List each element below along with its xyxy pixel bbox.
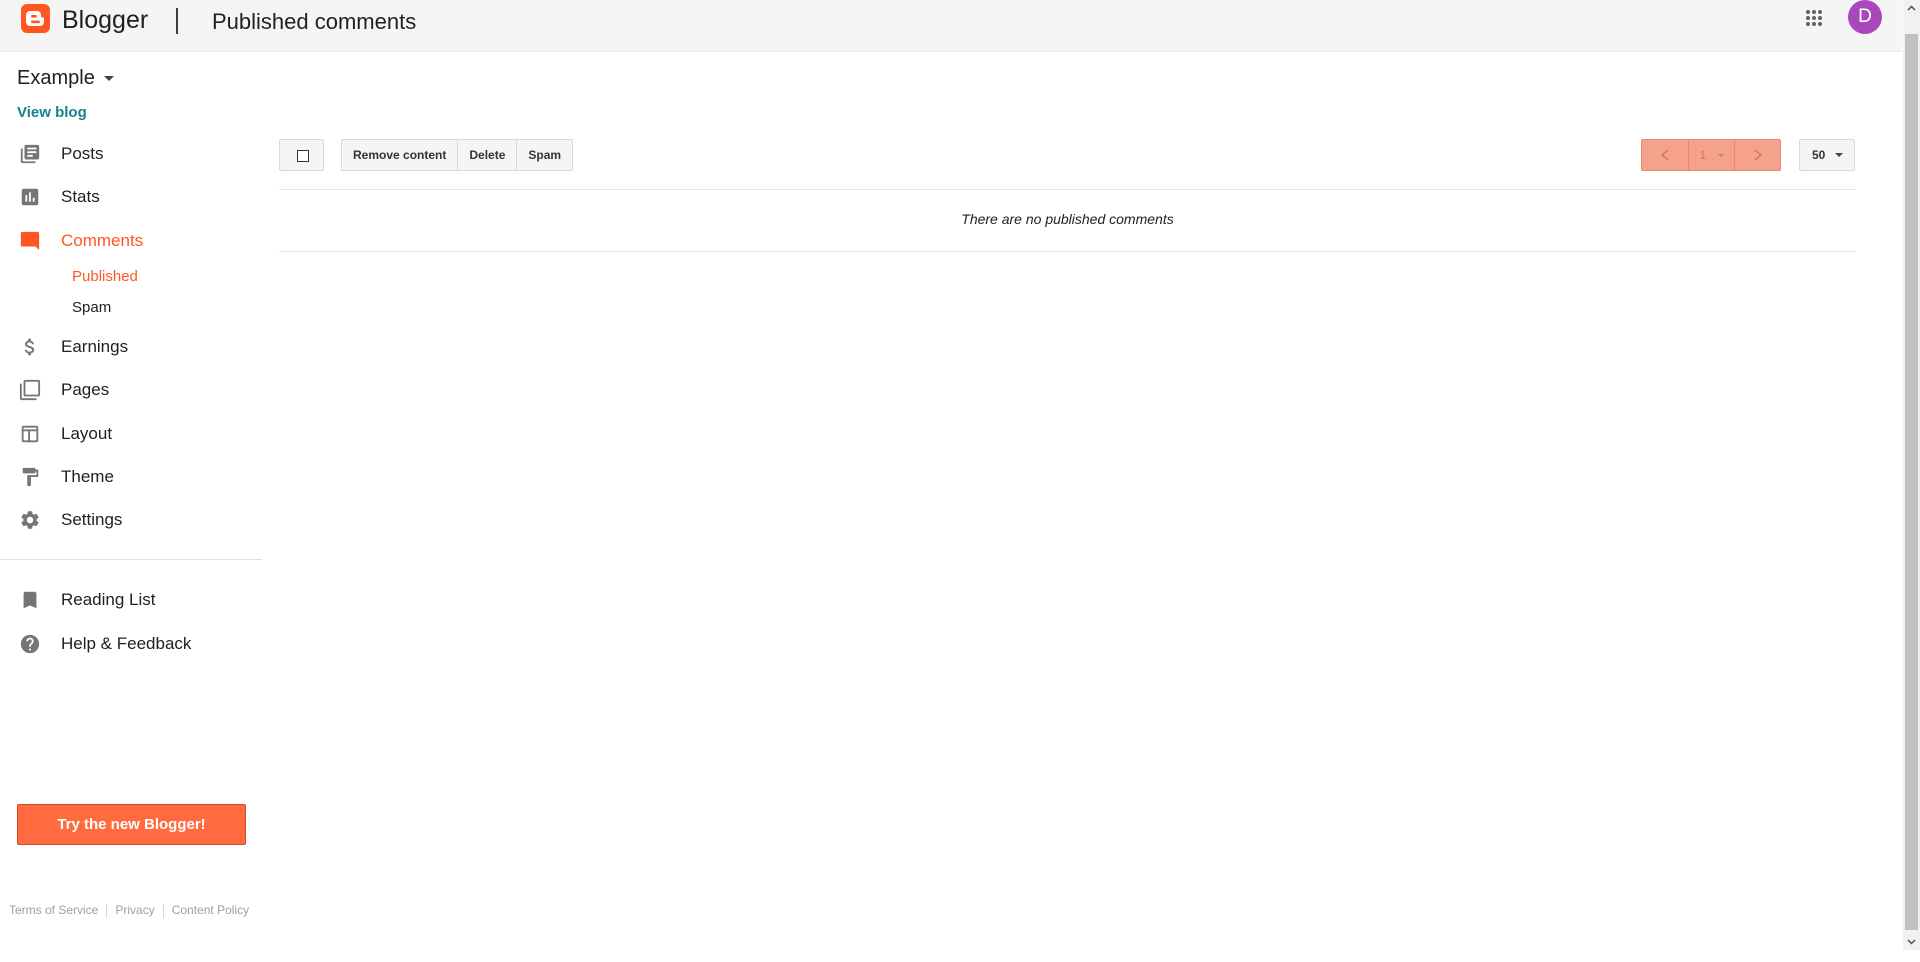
sidebar-divider	[0, 559, 262, 560]
chevron-right-icon	[1754, 149, 1763, 161]
header-divider	[176, 8, 178, 34]
gear-icon	[21, 511, 39, 529]
previous-page-button[interactable]	[1642, 140, 1688, 170]
sidebar-item-theme[interactable]: Theme	[0, 459, 262, 495]
scrollbar-thumb[interactable]	[1905, 34, 1918, 930]
chevron-down-icon	[103, 76, 114, 82]
sidebar-item-label: Comments	[61, 231, 144, 250]
content-policy-link[interactable]: Content Policy	[172, 903, 249, 917]
top-header: Blogger Published comments D	[0, 0, 1902, 52]
empty-state-message: There are no published comments	[961, 211, 1174, 227]
terms-link[interactable]: Terms of Service	[9, 903, 98, 917]
scroll-up-arrow-icon[interactable]	[1903, 0, 1920, 17]
layout-icon	[21, 425, 39, 443]
list-bottom-divider	[279, 251, 1856, 252]
remove-content-button[interactable]: Remove content	[342, 140, 457, 170]
avatar[interactable]: D	[1848, 0, 1882, 34]
help-icon	[20, 634, 40, 654]
sidebar-item-label: Earnings	[61, 337, 129, 356]
page-selector[interactable]: 1	[1688, 140, 1734, 170]
sidebar-item-reading-list[interactable]: Reading List	[0, 582, 262, 618]
vertical-scrollbar[interactable]	[1903, 0, 1920, 950]
sidebar-item-label: Reading List	[61, 590, 156, 609]
sidebar-item-label: Layout	[61, 424, 113, 443]
sidebar-item-comments[interactable]: Comments	[0, 223, 262, 259]
sidebar-item-label: Pages	[61, 380, 110, 399]
sidebar-item-earnings[interactable]: Earnings	[0, 329, 262, 365]
paint-roller-icon	[22, 467, 39, 487]
delete-button[interactable]: Delete	[457, 140, 516, 170]
per-page-dropdown[interactable]: 50	[1799, 139, 1855, 171]
page-title: Published comments	[212, 9, 417, 34]
footer-separator	[162, 903, 164, 918]
checkbox-icon	[297, 150, 309, 162]
sidebar-item-pages[interactable]: Pages	[0, 372, 262, 408]
footer-links: Terms of Service Privacy Content Policy	[9, 903, 249, 918]
sidebar-item-label: Stats	[61, 187, 100, 206]
dollar-icon	[24, 338, 35, 356]
bookmark-icon	[23, 591, 37, 609]
posts-icon	[20, 144, 40, 164]
spam-button[interactable]: Spam	[516, 140, 572, 170]
privacy-link[interactable]: Privacy	[115, 903, 154, 917]
sidebar-item-posts[interactable]: Posts	[0, 136, 262, 172]
footer-separator	[106, 903, 108, 918]
view-blog-link[interactable]: View blog	[17, 104, 87, 121]
blogger-logo-icon[interactable]	[21, 4, 50, 33]
apps-grid-icon[interactable]	[1804, 8, 1824, 28]
chevron-down-icon	[1835, 153, 1843, 157]
page-number: 1	[1699, 148, 1707, 162]
sidebar-item-label: Help & Feedback	[61, 634, 192, 653]
sidebar-item-label: Theme	[61, 467, 114, 486]
sidebar-subitem-spam[interactable]: Spam	[72, 299, 111, 316]
stats-icon	[21, 188, 39, 206]
sidebar-item-label: Settings	[61, 510, 123, 529]
sidebar-item-help[interactable]: Help & Feedback	[0, 626, 262, 662]
next-page-button[interactable]	[1734, 140, 1780, 170]
scroll-down-arrow-icon[interactable]	[1903, 933, 1920, 950]
per-page-value: 50	[1812, 148, 1826, 162]
sidebar: Example View blog Posts Stats Comments P…	[0, 52, 262, 962]
select-all-checkbox[interactable]	[279, 139, 324, 171]
sidebar-item-layout[interactable]: Layout	[0, 416, 262, 452]
pages-icon	[19, 379, 41, 401]
sidebar-item-label: Posts	[61, 144, 104, 163]
blog-name: Example	[17, 67, 95, 89]
brand-name[interactable]: Blogger	[62, 6, 148, 35]
list-top-divider	[279, 189, 1856, 190]
try-new-blogger-button[interactable]: Try the new Blogger!	[17, 804, 246, 845]
chevron-left-icon	[1660, 149, 1669, 161]
chevron-down-icon	[1717, 154, 1724, 158]
sidebar-subitem-published[interactable]: Published	[72, 268, 138, 285]
bulk-action-buttons: Remove content Delete Spam	[341, 139, 574, 171]
comments-icon	[20, 231, 40, 251]
pagination: 1	[1641, 139, 1781, 171]
blog-selector[interactable]: Example	[17, 67, 114, 90]
sidebar-item-stats[interactable]: Stats	[0, 179, 262, 215]
sidebar-item-settings[interactable]: Settings	[0, 502, 262, 538]
